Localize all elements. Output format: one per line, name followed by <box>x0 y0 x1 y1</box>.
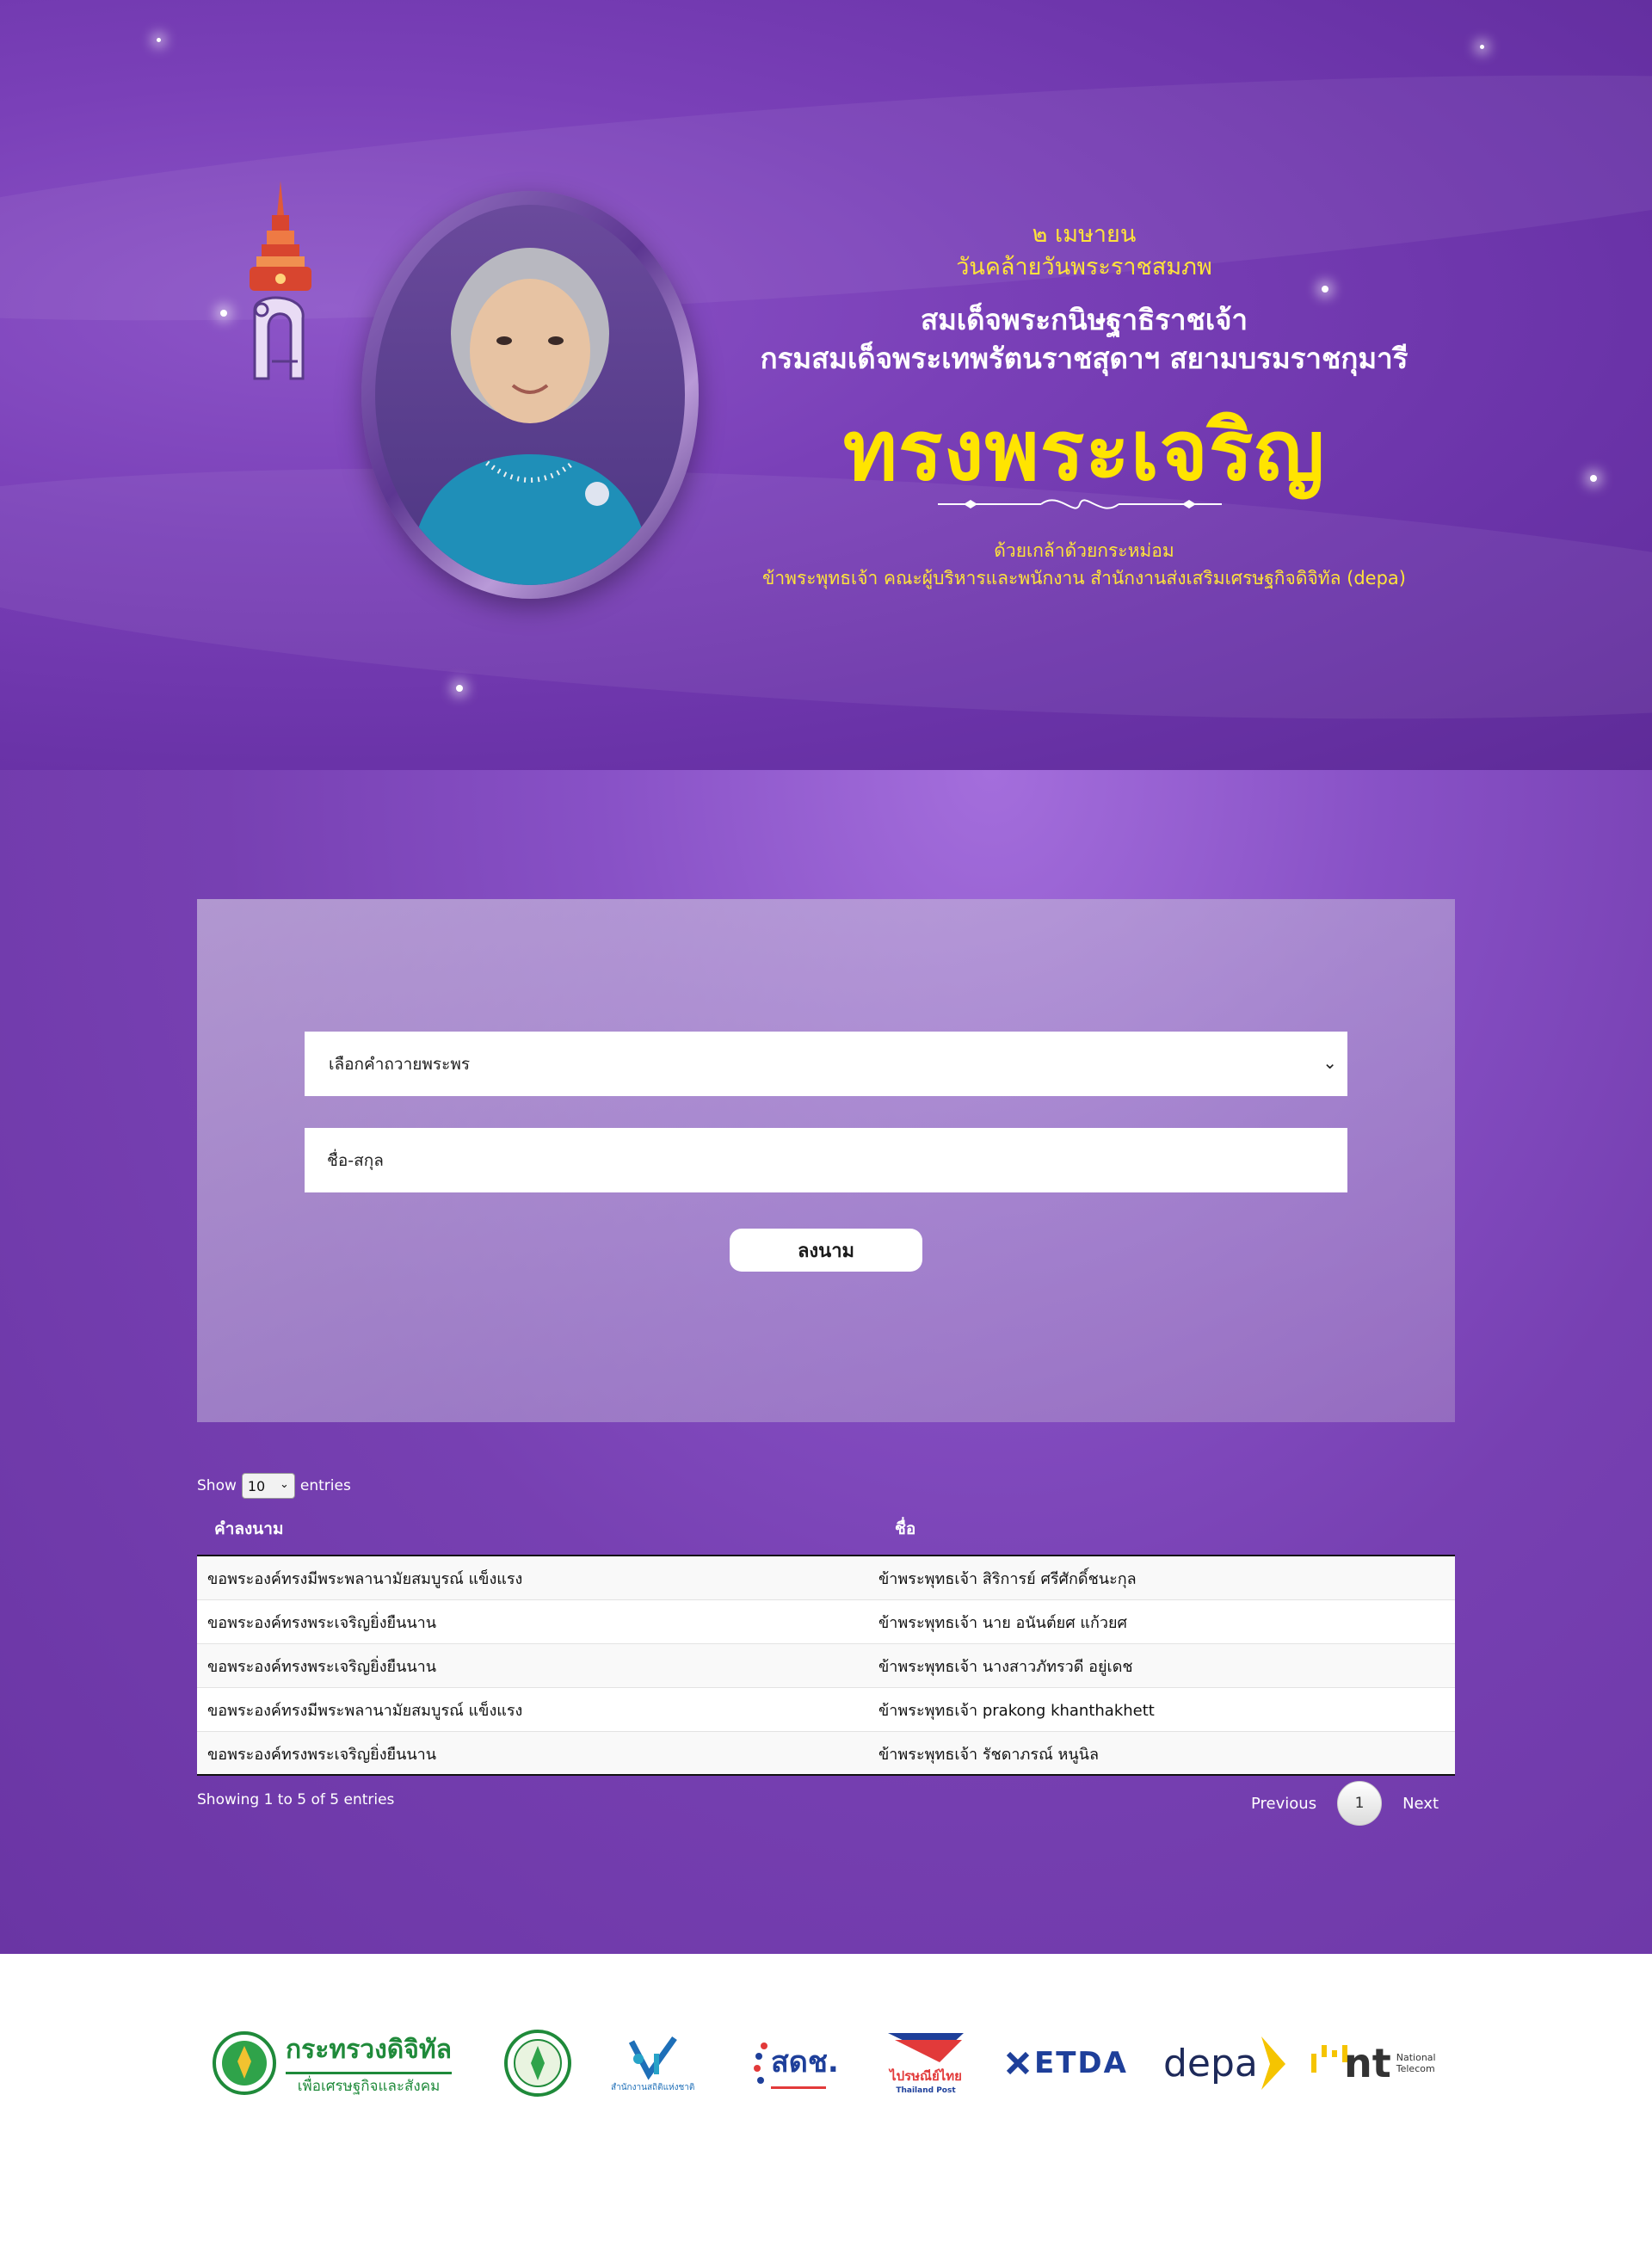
chevron-down-icon: ⌄ <box>279 1478 289 1491</box>
sparkle <box>1322 286 1328 293</box>
thailand-post-subtitle: Thailand Post <box>896 2086 956 2095</box>
row-name: ข้าพระพุทธเจ้า นางสาวภัทรวดี อยู่เดช <box>878 1657 1133 1676</box>
sparkle <box>157 38 161 42</box>
row-message: ขอพระองค์ทรงพระเจริญยิ่งยืนนาน <box>207 1745 437 1764</box>
sign-button[interactable]: ลงนาม <box>730 1229 922 1272</box>
onde-title: สดช. <box>771 2044 839 2079</box>
blessing-select-value: เลือกคำถวายพระพร <box>329 1054 471 1074</box>
sparkle <box>1590 475 1597 482</box>
pagination: Previous 1 Next <box>1239 1781 1451 1826</box>
nt-title: nt <box>1344 2040 1391 2086</box>
table-row: ขอพระองค์ทรงพระเจริญยิ่งยืนนาน ข้าพระพุท… <box>197 1600 1455 1644</box>
table-info: Showing 1 to 5 of 5 entries <box>197 1791 395 1808</box>
row-message: ขอพระองค์ทรงพระเจริญยิ่งยืนนาน <box>207 1613 437 1632</box>
depa-logo: depa <box>1163 2029 1289 2098</box>
chevron-down-icon: ⌄ <box>1322 1052 1337 1073</box>
ministry-subtitle: เพื่อเศรษฐกิจและสังคม <box>297 2077 441 2095</box>
show-entries-control: Show 10 ⌄ entries <box>197 1473 351 1499</box>
onde-logo: สดช. <box>750 2029 839 2098</box>
etda-title: ETDA <box>1034 2046 1128 2080</box>
blessing-select[interactable]: เลือกคำถวายพระพร ⌄ <box>305 1032 1347 1096</box>
row-name: ข้าพระพุทธเจ้า prakong khanthakhett <box>878 1701 1155 1720</box>
previous-page-button[interactable]: Previous <box>1239 1790 1328 1818</box>
nso-seal-logo <box>503 2029 572 2098</box>
hero-dedication-line2: ข้าพระพุทธเจ้า คณะผู้บริหารและพนักงาน สำ… <box>762 568 1406 588</box>
seal-icon <box>504 2030 571 2097</box>
row-message: ขอพระองค์ทรงมีพระพลานามัยสมบูรณ์ แข็งแรง <box>207 1701 523 1720</box>
column-header-name[interactable]: ชื่อ <box>895 1516 915 1542</box>
nso-caption: สำนักงานสถิติแห่งชาติ <box>611 2082 695 2092</box>
hero-banner: ๒ เมษายน วันคล้ายวันพระราชสมภพ สมเด็จพระ… <box>0 0 1652 770</box>
nt-line1: National <box>1396 2052 1436 2063</box>
statistics-icon <box>628 2036 677 2080</box>
entries-label: entries <box>299 1477 351 1494</box>
name-input[interactable] <box>305 1128 1347 1192</box>
column-header-message[interactable]: คำลงนาม <box>214 1516 283 1542</box>
hero-dedication-line1: ด้วยเกล้าด้วยกระหม่อม <box>994 540 1174 561</box>
ministry-title: กระทรวงดิจิทัล <box>286 2030 452 2074</box>
table-row: ขอพระองค์ทรงพระเจริญยิ่งยืนนาน ข้าพระพุท… <box>197 1644 1455 1688</box>
portrait-frame <box>361 191 699 599</box>
row-message: ขอพระองค์ทรงพระเจริญยิ่งยืนนาน <box>207 1657 437 1676</box>
next-page-button[interactable]: Next <box>1390 1790 1451 1818</box>
signatures-table: ขอพระองค์ทรงมีพระพลานามัยสมบูรณ์ แข็งแรง… <box>197 1556 1455 1776</box>
hero-name-line2: กรมสมเด็จพระเทพรัตนราชสุดาฯ สยามบรมราชกุ… <box>760 342 1409 375</box>
depa-title: depa <box>1163 2041 1258 2086</box>
table-bottom-divider <box>197 1774 1455 1776</box>
royal-emblem-icon <box>250 181 311 380</box>
show-label: Show <box>197 1477 237 1494</box>
depa-arrow-icon <box>1261 2036 1285 2090</box>
sparkle <box>220 310 227 317</box>
portrait-image <box>375 205 685 585</box>
thailand-post-title: ไปรษณีย์ไทย <box>890 2068 962 2084</box>
sparkle <box>456 685 463 692</box>
nso-statistics-logo: สำนักงานสถิติแห่งชาติ <box>611 2029 694 2098</box>
sparkle <box>1480 45 1484 49</box>
row-message: ขอพระองค์ทรงมีพระพลานามัยสมบูรณ์ แข็งแรง <box>207 1569 523 1588</box>
page-length-value: 10 <box>247 1477 266 1494</box>
partner-footer <box>0 1954 1652 2255</box>
row-name: ข้าพระพุทธเจ้า สิริการย์ ศรีศักดิ์ชนะกุล <box>878 1569 1137 1588</box>
nt-logo: nt National Telecom <box>1310 2029 1436 2098</box>
hero-date: ๒ เมษายน <box>1032 221 1137 248</box>
ministry-digital-economy-logo: กระทรวงดิจิทัล เพื่อเศรษฐกิจและสังคม <box>212 2029 452 2098</box>
table-row: ขอพระองค์ทรงมีพระพลานามัยสมบูรณ์ แข็งแรง… <box>197 1688 1455 1732</box>
etda-x-icon <box>1006 2051 1030 2075</box>
thailand-post-logo: ไปรษณีย์ไทย Thailand Post <box>886 2029 965 2098</box>
row-name: ข้าพระพุทธเจ้า นาย อนันต์ยศ แก้วยศ <box>878 1613 1127 1632</box>
ornament-divider-icon <box>938 499 1222 509</box>
row-name: ข้าพระพุทธเจ้า รัชดาภรณ์ หนูนิล <box>878 1745 1099 1764</box>
table-row: ขอพระองค์ทรงพระเจริญยิ่งยืนนาน ข้าพระพุท… <box>197 1732 1455 1776</box>
garuda-seal-icon <box>213 2031 276 2095</box>
thailand-post-wing-icon <box>888 2033 964 2062</box>
hero-occasion: วันคล้ายวันพระราชสมภพ <box>956 254 1212 280</box>
onde-dots-icon <box>754 2042 767 2084</box>
etda-logo: ETDA <box>1005 2029 1128 2098</box>
table-row: ขอพระองค์ทรงมีพระพลานามัยสมบูรณ์ แข็งแรง… <box>197 1556 1455 1600</box>
page-length-select[interactable]: 10 ⌄ <box>241 1473 295 1499</box>
nt-line2: Telecom <box>1396 2063 1435 2074</box>
page-1-button[interactable]: 1 <box>1337 1781 1383 1826</box>
